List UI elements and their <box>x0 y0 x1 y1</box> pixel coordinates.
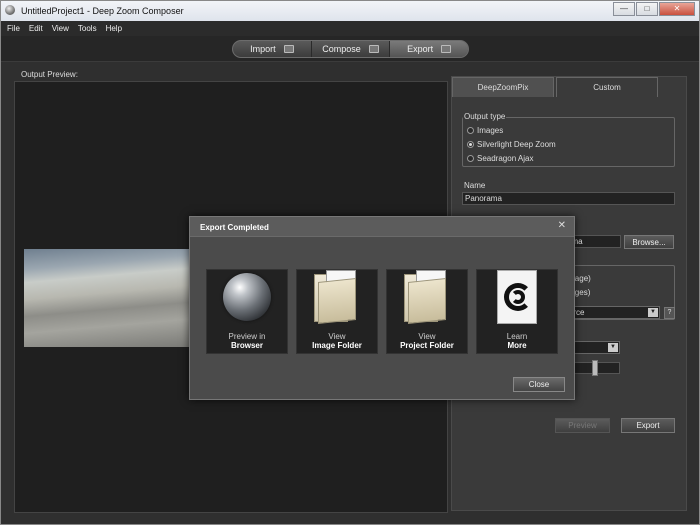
app-icon <box>5 5 15 15</box>
close-window-button[interactable]: ✕ <box>659 2 695 16</box>
menu-view[interactable]: View <box>52 24 69 33</box>
app-window: UntitledProject1 - Deep Zoom Composer — … <box>0 0 700 525</box>
radio-seadragon[interactable]: Seadragon Ajax <box>467 154 534 163</box>
export-button[interactable]: Export <box>621 418 675 433</box>
radio-silverlight[interactable]: Silverlight Deep Zoom <box>467 140 556 149</box>
learn-more-icon <box>497 270 537 324</box>
tile-learn-more[interactable]: Learn More <box>476 269 558 354</box>
mode-import-label: Import <box>250 44 276 54</box>
browse-button[interactable]: Browse... <box>624 235 674 249</box>
dialog-close-button[interactable]: Close <box>513 377 565 392</box>
menu-file[interactable]: File <box>7 24 20 33</box>
mode-export[interactable]: Export <box>390 41 469 57</box>
tile-line2: More <box>507 341 527 350</box>
mode-compose-label: Compose <box>322 44 361 54</box>
export-completed-dialog: Export Completed ✕ Preview in Browser Vi… <box>189 216 575 400</box>
minimize-button[interactable]: — <box>613 2 635 16</box>
tile-view-project-folder[interactable]: View Project Folder <box>386 269 468 354</box>
export-icon <box>441 45 452 53</box>
mode-compose[interactable]: Compose <box>312 41 391 57</box>
tile-line2: Project Folder <box>400 341 454 350</box>
radio-seadragon-label: Seadragon Ajax <box>477 154 534 163</box>
name-input[interactable]: Panorama <box>462 192 675 205</box>
quality-slider-thumb[interactable] <box>592 360 598 376</box>
tile-line1: View <box>418 332 436 341</box>
tab-deepzoompix[interactable]: DeepZoomPix <box>452 77 554 97</box>
radio-images-label: Images <box>477 126 504 135</box>
chevron-down-icon: ▼ <box>608 343 618 352</box>
output-type-group: Images Silverlight Deep Zoom Seadragon A… <box>462 117 675 167</box>
image-folder-icon <box>314 270 358 324</box>
mode-bar: Import Compose Export <box>1 36 699 62</box>
name-label: Name <box>464 181 486 190</box>
tile-line2: Image Folder <box>312 341 362 350</box>
radio-images[interactable]: Images <box>467 126 503 135</box>
compose-icon <box>368 45 379 53</box>
radio-seadragon-dot <box>467 155 474 162</box>
window-controls: — □ ✕ <box>612 2 695 16</box>
menu-bar: File Edit View Tools Help <box>1 21 699 36</box>
globe-icon <box>223 273 271 321</box>
dialog-title: Export Completed <box>200 223 269 232</box>
dialog-header: Export Completed ✕ <box>190 217 574 237</box>
tab-custom[interactable]: Custom <box>556 77 658 97</box>
tile-line1: Preview in <box>228 332 266 341</box>
radio-silverlight-dot <box>467 141 474 148</box>
panorama-image <box>24 249 194 347</box>
mode-export-label: Export <box>407 44 434 54</box>
maximize-button[interactable]: □ <box>636 2 658 16</box>
project-folder-icon <box>404 270 448 324</box>
output-type-label: Output type <box>463 112 507 121</box>
tile-view-image-folder[interactable]: View Image Folder <box>296 269 378 354</box>
tile-preview-in-browser[interactable]: Preview in Browser <box>206 269 288 354</box>
help-button[interactable]: ? <box>664 307 675 319</box>
tile-line1: Learn <box>506 332 528 341</box>
title-bar: UntitledProject1 - Deep Zoom Composer — … <box>1 1 699 21</box>
menu-help[interactable]: Help <box>106 24 122 33</box>
window-title: UntitledProject1 - Deep Zoom Composer <box>21 6 184 16</box>
chevron-down-icon: ▼ <box>648 308 658 317</box>
radio-silverlight-label: Silverlight Deep Zoom <box>477 140 556 149</box>
menu-tools[interactable]: Tools <box>78 24 97 33</box>
import-icon <box>283 45 294 53</box>
panel-tabs: DeepZoomPix Custom <box>452 77 688 97</box>
output-preview-label: Output Preview: <box>21 70 78 79</box>
dialog-close-icon[interactable]: ✕ <box>558 221 566 231</box>
preview-button[interactable]: Preview <box>555 418 610 433</box>
tile-line1: View <box>328 332 346 341</box>
menu-edit[interactable]: Edit <box>29 24 43 33</box>
tile-line2: Browser <box>230 341 263 350</box>
mode-import[interactable]: Import <box>233 41 312 57</box>
radio-images-dot <box>467 127 474 134</box>
mode-switcher: Import Compose Export <box>232 40 469 58</box>
